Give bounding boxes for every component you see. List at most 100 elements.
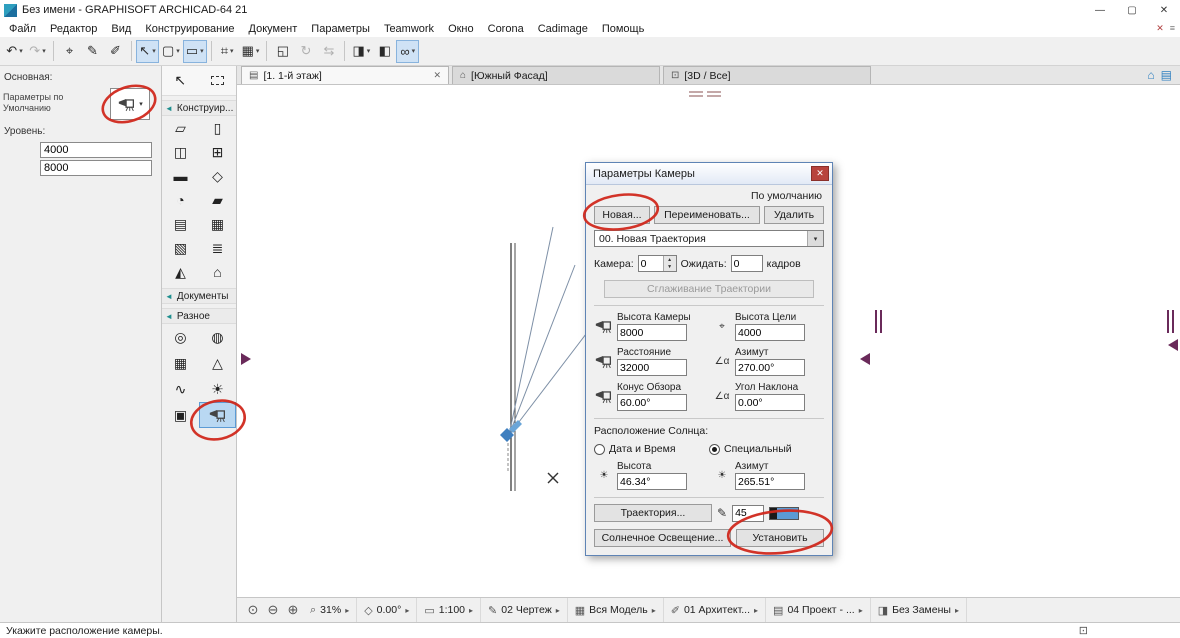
chevron-down-icon[interactable]: ▾ bbox=[176, 47, 180, 55]
chevron-right-icon[interactable]: ▸ bbox=[345, 606, 349, 615]
default-tool-settings-button[interactable]: ▾ bbox=[110, 88, 150, 120]
menu-file[interactable]: Файл bbox=[2, 22, 43, 36]
dialog-title-bar[interactable]: Параметры Камеры ✕ bbox=[586, 163, 832, 185]
tab-south-elevation[interactable]: ⌂ [Южный Фасад] bbox=[452, 66, 660, 84]
chevron-right-icon[interactable]: ▸ bbox=[405, 606, 409, 615]
window-tool[interactable]: ⊞ bbox=[199, 140, 236, 164]
cutaway-3d-button[interactable]: ◧ bbox=[373, 40, 396, 63]
tab-floor-plan[interactable]: ▤ [1. 1-й этаж] ✕ bbox=[241, 66, 449, 84]
chevron-down-icon[interactable]: ▾ bbox=[256, 47, 260, 55]
target-height-field[interactable] bbox=[735, 324, 805, 341]
distance-field[interactable] bbox=[617, 359, 687, 376]
pen-set-control[interactable]: ✎ 02 Чертеж ▸ bbox=[481, 598, 568, 622]
sun-object-tool[interactable]: ☀ bbox=[199, 376, 236, 402]
chevron-down-icon[interactable]: ▾ bbox=[230, 47, 234, 55]
zoom-out-button[interactable]: ⊖ bbox=[263, 600, 283, 620]
chevron-down-icon[interactable]: ▾ bbox=[200, 47, 204, 55]
level-dimension-tool[interactable]: △ bbox=[199, 350, 236, 376]
azimuth-field[interactable] bbox=[735, 359, 805, 376]
marquee-tool[interactable] bbox=[210, 69, 224, 93]
sunlight-button[interactable]: Солнечное Освещение... bbox=[594, 529, 731, 547]
navigator-icon[interactable]: ⌂ bbox=[1147, 68, 1154, 82]
chevron-down-icon[interactable]: ▾ bbox=[152, 47, 156, 55]
marquee-tool-button[interactable]: ▢ ▾ bbox=[159, 40, 183, 63]
special-radio[interactable]: Специальный bbox=[709, 443, 824, 455]
maximize-button[interactable]: ▢ bbox=[1116, 0, 1148, 20]
delete-path-button[interactable]: Удалить bbox=[764, 206, 824, 224]
chevron-down-icon[interactable]: ▾ bbox=[807, 231, 823, 246]
chevron-down-icon[interactable]: ▾ bbox=[19, 47, 23, 55]
figure-tool[interactable]: ▣ bbox=[162, 402, 199, 428]
view-cone-field[interactable] bbox=[617, 394, 687, 411]
quick-layout-icon[interactable]: ⊡ bbox=[1079, 624, 1088, 637]
wait-frames-field[interactable] bbox=[730, 255, 763, 272]
pen-number-field[interactable] bbox=[732, 504, 765, 522]
menu-options[interactable]: Параметры bbox=[304, 22, 377, 36]
chevron-right-icon[interactable]: ▸ bbox=[955, 606, 959, 615]
menu-corona[interactable]: Corona bbox=[481, 22, 531, 36]
menu-view[interactable]: Вид bbox=[104, 22, 138, 36]
close-button[interactable]: ✕ bbox=[1148, 0, 1180, 20]
lower-level-field[interactable] bbox=[40, 160, 152, 176]
rename-path-button[interactable]: Переименовать... bbox=[654, 206, 760, 224]
zone-tool[interactable]: ▧ bbox=[162, 236, 199, 260]
apply-button[interactable]: Установить bbox=[736, 529, 824, 547]
sun-azimuth-field[interactable] bbox=[735, 473, 805, 490]
path-select[interactable]: 00. Новая Траектория ▾ bbox=[594, 230, 824, 247]
spin-up-icon[interactable]: ▲ bbox=[664, 256, 676, 264]
camera-height-field[interactable] bbox=[617, 324, 687, 341]
tab-close-icon[interactable]: ✕ bbox=[433, 70, 441, 81]
wall-tool[interactable]: ▱ bbox=[162, 116, 199, 140]
minimize-button[interactable]: — bbox=[1084, 0, 1116, 20]
organizer-icon[interactable]: ▤ bbox=[1161, 68, 1172, 82]
pick-up-parameters-button[interactable]: ✎ bbox=[81, 40, 104, 63]
slab-tool[interactable]: ▰ bbox=[199, 188, 236, 212]
tilt-angle-field[interactable] bbox=[735, 394, 805, 411]
mirror-button[interactable]: ⇆ bbox=[317, 40, 340, 63]
upper-level-field[interactable] bbox=[40, 142, 152, 158]
document-menu-icon[interactable]: ≡ bbox=[1170, 23, 1175, 34]
document-close-icon[interactable]: ✕ bbox=[1156, 23, 1164, 34]
menu-teamwork[interactable]: Teamwork bbox=[377, 22, 441, 36]
stair-tool[interactable]: ≣ bbox=[199, 236, 236, 260]
grid-element-tool[interactable]: ▦ bbox=[162, 350, 199, 376]
radio-selected-icon[interactable] bbox=[709, 443, 720, 455]
mesh-tool[interactable]: ▦ bbox=[199, 212, 236, 236]
chevron-right-icon[interactable]: ▸ bbox=[652, 606, 656, 615]
chevron-right-icon[interactable]: ▸ bbox=[556, 606, 560, 615]
camera-tool[interactable] bbox=[199, 402, 236, 428]
tab-3d-all[interactable]: ⊡ [3D / Все] bbox=[663, 66, 871, 84]
radio-icon[interactable] bbox=[594, 443, 605, 455]
shell-tool[interactable]: ◔ bbox=[162, 188, 199, 212]
chevron-right-icon[interactable]: ▸ bbox=[469, 606, 473, 615]
camera-number-stepper[interactable]: ▲▼ bbox=[637, 255, 677, 272]
zoom-in-button[interactable]: ⊕ bbox=[283, 600, 303, 620]
chevron-down-icon[interactable]: ▾ bbox=[42, 47, 46, 55]
menu-document[interactable]: Документ bbox=[242, 22, 305, 36]
chevron-down-icon[interactable]: ▾ bbox=[412, 47, 416, 55]
menu-edit[interactable]: Редактор bbox=[43, 22, 104, 36]
column-tool[interactable]: ▯ bbox=[199, 116, 236, 140]
layer-combination-control[interactable]: ▦ Вся Модель ▸ bbox=[568, 598, 664, 622]
glasses-3d-button[interactable]: ∞ ▾ bbox=[396, 39, 420, 63]
chevron-down-icon[interactable]: ▾ bbox=[367, 47, 371, 55]
trace-reference-button[interactable]: ◨ ▾ bbox=[349, 40, 373, 63]
rotate-button[interactable]: ↻ bbox=[294, 40, 317, 63]
menu-design[interactable]: Конструирование bbox=[138, 22, 241, 36]
find-select-button[interactable]: ⌖ bbox=[58, 40, 81, 63]
toolbox-group-design[interactable]: ◄ Конструир... bbox=[162, 100, 236, 116]
camera-number-field[interactable] bbox=[638, 256, 663, 271]
menu-cadimage[interactable]: Cadimage bbox=[531, 22, 595, 36]
new-path-button[interactable]: Новая... bbox=[594, 206, 650, 224]
zoom-level-control[interactable]: ⌕ 31% ▸ bbox=[303, 598, 358, 622]
morph-tool[interactable]: ◭ bbox=[162, 260, 199, 284]
menu-help[interactable]: Помощь bbox=[595, 22, 652, 36]
groups-button[interactable]: ◱ bbox=[271, 40, 294, 63]
door-tool[interactable]: ◫ bbox=[162, 140, 199, 164]
hotspot-tool[interactable]: ◎ bbox=[162, 324, 199, 350]
dialog-close-button[interactable]: ✕ bbox=[811, 166, 829, 181]
roof-tool[interactable]: ◇ bbox=[199, 164, 236, 188]
dimension-style-control[interactable]: ✐ 01 Архитект... ▸ bbox=[664, 598, 767, 622]
spline-tool[interactable]: ∿ bbox=[162, 376, 199, 402]
smooth-path-button[interactable]: Сглаживание Траектории bbox=[604, 280, 814, 298]
